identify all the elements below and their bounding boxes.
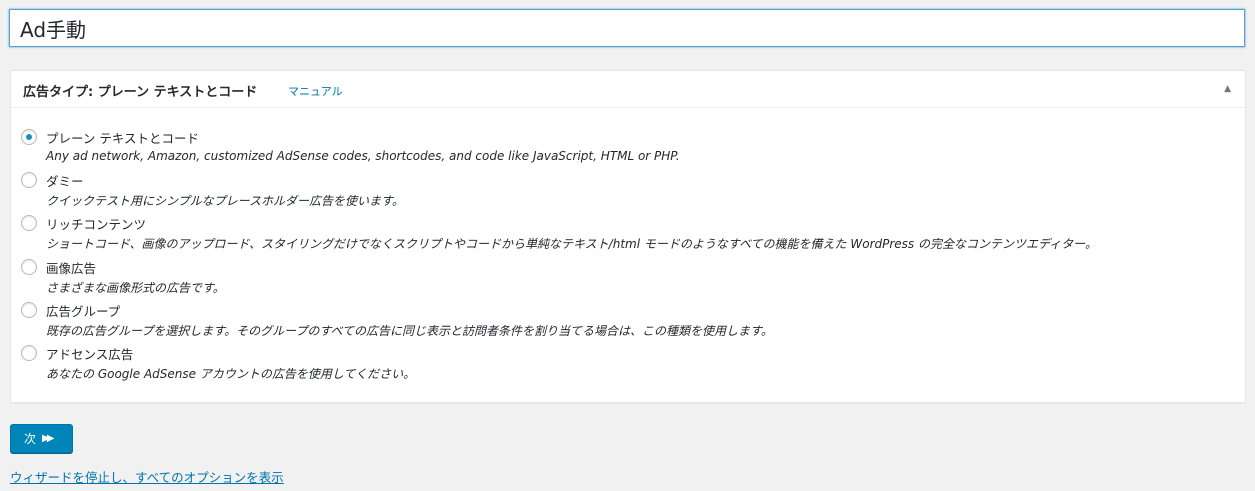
next-button-label: 次 (24, 432, 37, 446)
fast-forward-icon: ▶▶ (42, 433, 55, 444)
ad-type-option-dummy[interactable]: ダミー クイックテスト用にシンプルなプレースホルダー広告を使います。 (21, 171, 1221, 215)
radio-image[interactable] (21, 259, 37, 275)
ad-type-postbox: 広告タイプ: プレーン テキストとコード マニュアル ▲ プレーン テキストとコ… (10, 70, 1246, 403)
radio-adsense[interactable] (21, 345, 37, 361)
option-description: Any ad network, Amazon, customized AdSen… (46, 149, 680, 163)
option-description: クイックテスト用にシンプルなプレースホルダー広告を使います。 (46, 194, 404, 208)
next-button[interactable]: 次 ▶▶ (10, 424, 73, 453)
postbox-title: 広告タイプ: プレーン テキストとコード (23, 85, 258, 100)
option-label: 画像広告 (46, 261, 97, 276)
ad-type-option-group[interactable]: 広告グループ 既存の広告グループを選択します。そのグループのすべての広告に同じ表… (21, 301, 1221, 345)
option-description: ショートコード、画像のアップロード、スタイリングだけでなくスクリプトやコードから… (46, 237, 1098, 251)
stop-wizard-link[interactable]: ウィザードを停止し、すべてのオプションを表示 (10, 467, 284, 486)
manual-link[interactable]: マニュアル (288, 83, 343, 99)
radio-rich-content[interactable] (21, 215, 37, 231)
ad-type-option-adsense[interactable]: アドセンス広告 あなたの Google AdSense アカウントの広告を使用し… (21, 344, 1221, 388)
toggle-panel-icon[interactable]: ▲ (1224, 84, 1231, 94)
option-label: ダミー (46, 174, 84, 189)
ad-type-option-rich-content[interactable]: リッチコンテンツ ショートコード、画像のアップロード、スタイリングだけでなくスク… (21, 214, 1221, 258)
option-label: プレーン テキストとコード (46, 131, 199, 146)
option-label: リッチコンテンツ (46, 217, 147, 232)
option-description: 既存の広告グループを選択します。そのグループのすべての広告に同じ表示と訪問者条件… (46, 324, 773, 338)
postbox-header: 広告タイプ: プレーン テキストとコード マニュアル ▲ (11, 71, 1245, 108)
option-label: 広告グループ (46, 304, 121, 319)
option-label: アドセンス広告 (46, 347, 134, 362)
option-description: あなたの Google AdSense アカウントの広告を使用してください。 (46, 367, 416, 381)
ad-type-option-plain[interactable]: プレーン テキストとコード Any ad network, Amazon, cu… (21, 128, 1221, 172)
radio-plain[interactable] (21, 129, 37, 145)
radio-group[interactable] (21, 302, 37, 318)
ad-title-input[interactable] (9, 9, 1245, 47)
radio-dummy[interactable] (21, 172, 37, 188)
ad-type-option-image[interactable]: 画像広告 さまざまな画像形式の広告です。 (21, 258, 1221, 302)
option-description: さまざまな画像形式の広告です。 (46, 281, 225, 295)
